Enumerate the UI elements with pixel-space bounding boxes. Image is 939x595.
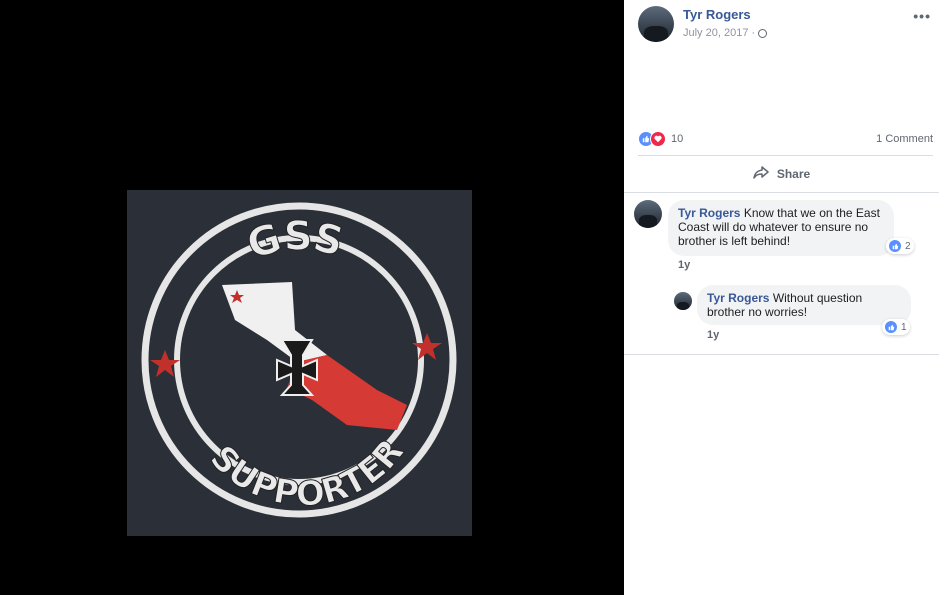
post-author-name[interactable]: Tyr Rogers: [683, 7, 751, 22]
divider: [638, 155, 933, 156]
post-date[interactable]: July 20, 2017: [683, 27, 748, 39]
reactions-summary[interactable]: 10: [638, 131, 698, 147]
post-sidebar: Tyr Rogers July 20, 2017 · ••• 10 1 Comm…: [624, 0, 939, 595]
post-photo[interactable]: GSS SUPPORTER: [127, 190, 472, 536]
gss-supporter-logo: GSS SUPPORTER: [127, 190, 472, 536]
share-icon: [753, 165, 769, 183]
love-icon: [650, 131, 666, 147]
like-icon: [884, 320, 898, 334]
comment-author[interactable]: Tyr Rogers: [678, 206, 740, 220]
like-icon: [888, 239, 902, 253]
divider: [624, 192, 939, 193]
divider: [624, 354, 939, 355]
share-button[interactable]: Share: [624, 163, 939, 185]
reaction-count: 10: [671, 133, 684, 145]
more-options-button[interactable]: •••: [913, 8, 931, 24]
reply-avatar[interactable]: [674, 292, 692, 310]
comment-reaction-chip[interactable]: 2: [886, 238, 914, 254]
comment-reaction-count: 2: [905, 240, 911, 252]
comments-count-link[interactable]: 1 Comment: [876, 133, 933, 145]
author-avatar[interactable]: [638, 6, 674, 42]
globe-icon: [758, 28, 768, 38]
reply-age[interactable]: 1y: [707, 329, 719, 341]
share-label: Share: [776, 167, 811, 181]
reply-reaction-chip[interactable]: 1: [882, 319, 910, 335]
meta-separator: ·: [751, 27, 756, 39]
commenter-avatar[interactable]: [634, 200, 662, 228]
post-meta: July 20, 2017 ·: [683, 27, 768, 39]
comment-age[interactable]: 1y: [678, 259, 690, 271]
reply-reaction-count: 1: [901, 321, 907, 333]
comment-bubble: Tyr Rogers Know that we on the East Coas…: [668, 200, 894, 256]
photo-viewer: GSS SUPPORTER: [0, 0, 624, 595]
reply-bubble: Tyr Rogers Without question brother no w…: [697, 285, 911, 325]
reply-author[interactable]: Tyr Rogers: [707, 291, 769, 305]
